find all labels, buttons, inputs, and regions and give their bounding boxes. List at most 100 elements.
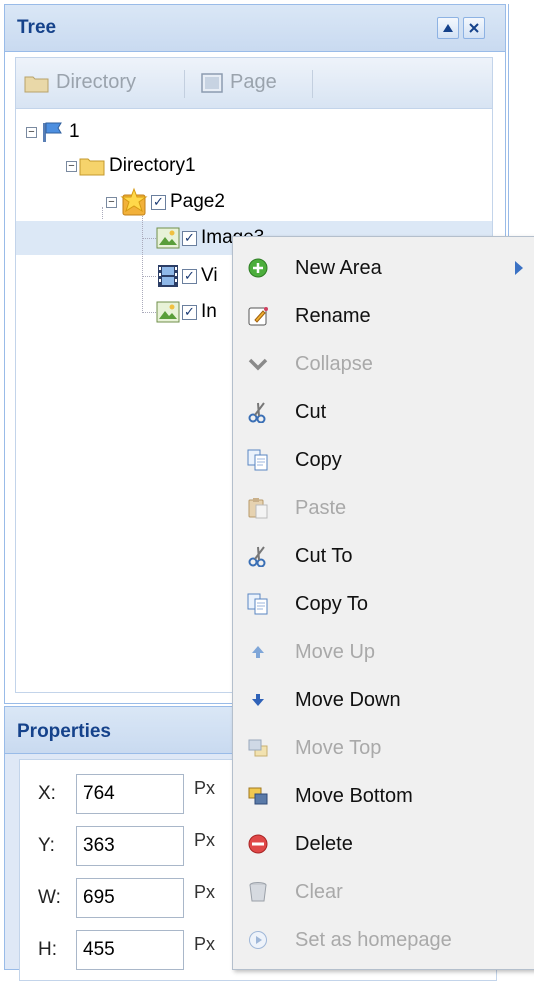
menu-item-label: Set as homepage	[295, 929, 452, 951]
menu-item-copy[interactable]: Copy	[233, 437, 534, 485]
menu-item-copy-to[interactable]: Copy To	[233, 581, 534, 629]
homepage-icon	[247, 929, 269, 951]
collapse-toggle-icon[interactable]: −	[66, 160, 77, 172]
menu-item-cut-to[interactable]: Cut To	[233, 533, 534, 581]
tree-toolbar: Directory Page	[15, 57, 493, 109]
move-bottom-icon	[247, 785, 269, 807]
tree-node-label: In	[201, 301, 217, 322]
y-input[interactable]: 363	[76, 826, 184, 866]
menu-item-set-homepage[interactable]: Set as homepage	[233, 917, 534, 965]
menu-item-clear[interactable]: Clear	[233, 869, 534, 917]
context-menu: New Area Rename Collapse Cut Copy Paste	[232, 236, 534, 970]
page-icon	[201, 72, 223, 93]
node-checkbox[interactable]: ✓	[182, 304, 197, 320]
collapse-toggle-icon[interactable]: −	[106, 196, 117, 208]
arrow-up-icon	[247, 641, 269, 663]
site-flag-icon	[43, 122, 62, 142]
tree-connector	[142, 238, 156, 239]
menu-item-move-down[interactable]: Move Down	[233, 677, 534, 725]
menu-item-label: Move Up	[295, 641, 376, 663]
toolbar-separator	[312, 70, 313, 98]
unit-label: Px	[194, 778, 216, 798]
menu-item-label: Collapse	[295, 353, 373, 375]
home-page-star-icon	[120, 187, 148, 216]
menu-item-rename[interactable]: Rename	[233, 293, 534, 341]
tree-node-directory[interactable]: − Directory1	[66, 151, 196, 181]
menu-item-label: Copy To	[295, 593, 369, 615]
width-input[interactable]: 695	[76, 878, 184, 918]
menu-item-label: Rename	[295, 305, 371, 327]
menu-item-label: Cut To	[295, 545, 353, 567]
property-label: H:	[38, 939, 57, 960]
menu-item-label: Move Bottom	[295, 785, 413, 807]
node-checkbox[interactable]: ✓	[182, 230, 197, 246]
scissors-icon	[247, 401, 269, 423]
page-toolbar-button[interactable]: Page	[200, 71, 277, 94]
menu-item-label: Cut	[295, 401, 327, 423]
x-input[interactable]: 764	[76, 774, 184, 814]
menu-item-paste[interactable]: Paste	[233, 485, 534, 533]
scissors-icon	[247, 545, 269, 567]
copy-icon	[247, 593, 269, 615]
move-top-icon	[247, 737, 269, 759]
directory-toolbar-label: Directory	[56, 71, 137, 93]
folder-icon	[24, 76, 49, 92]
property-label: Y:	[38, 835, 55, 856]
tree-node-image[interactable]: ✓ In	[156, 297, 217, 327]
trash-can-icon	[247, 881, 269, 903]
directory-toolbar-button[interactable]: Directory	[24, 71, 136, 94]
folder-icon	[79, 158, 105, 176]
tree-connector	[142, 312, 156, 313]
image-icon	[156, 227, 180, 249]
toolbar-separator	[184, 70, 185, 98]
property-label: W:	[38, 887, 61, 908]
tree-node-page[interactable]: − ✓ Page2	[106, 187, 225, 217]
menu-item-move-up[interactable]: Move Up	[233, 629, 534, 677]
node-checkbox[interactable]: ✓	[151, 194, 166, 210]
paste-icon	[247, 497, 269, 519]
add-green-icon	[247, 257, 269, 279]
image-icon	[156, 301, 180, 323]
copy-icon	[247, 449, 269, 471]
tree-node-label: 1	[69, 121, 80, 142]
close-panel-button[interactable]	[463, 17, 485, 39]
tree-panel-title: Tree	[17, 17, 57, 38]
height-input[interactable]: 455	[76, 930, 184, 970]
menu-item-cut[interactable]: Cut	[233, 389, 534, 437]
unit-label: Px	[194, 934, 216, 954]
tree-node-label: Directory1	[109, 155, 196, 176]
menu-item-label: New Area	[295, 257, 382, 279]
menu-item-new-area[interactable]: New Area	[233, 245, 534, 293]
menu-item-delete[interactable]: Delete	[233, 821, 534, 869]
menu-item-label: Paste	[295, 497, 347, 519]
tree-node-label: Vi	[201, 265, 218, 286]
page-toolbar-label: Page	[230, 71, 277, 93]
tree-connector	[102, 207, 103, 219]
collapse-panel-button[interactable]	[437, 17, 459, 39]
menu-item-label: Clear	[295, 881, 343, 903]
collapse-chevron-icon	[247, 353, 269, 375]
tree-panel-header: Tree	[5, 5, 505, 52]
menu-item-move-bottom[interactable]: Move Bottom	[233, 773, 534, 821]
unit-label: Px	[194, 830, 216, 850]
menu-item-move-top[interactable]: Move Top	[233, 725, 534, 773]
menu-item-label: Delete	[295, 833, 353, 855]
collapse-toggle-icon[interactable]: −	[26, 126, 37, 138]
tree-node-root[interactable]: − 1	[26, 117, 80, 147]
menu-item-collapse[interactable]: Collapse	[233, 341, 534, 389]
arrow-down-icon	[247, 689, 269, 711]
tree-node-video[interactable]: ✓ Vi	[156, 261, 218, 291]
tree-connector	[142, 276, 156, 277]
property-label: X:	[38, 783, 56, 804]
properties-panel-title: Properties	[17, 721, 111, 742]
node-checkbox[interactable]: ✓	[182, 268, 197, 284]
tree-node-label: Page2	[170, 191, 225, 212]
menu-item-label: Move Top	[295, 737, 382, 759]
close-icon	[469, 23, 479, 33]
unit-label: Px	[194, 882, 216, 902]
film-strip-icon	[158, 265, 178, 287]
rename-icon	[247, 305, 269, 327]
tree-connector	[142, 213, 143, 313]
menu-item-label: Move Down	[295, 689, 401, 711]
triangle-up-icon	[443, 24, 453, 32]
